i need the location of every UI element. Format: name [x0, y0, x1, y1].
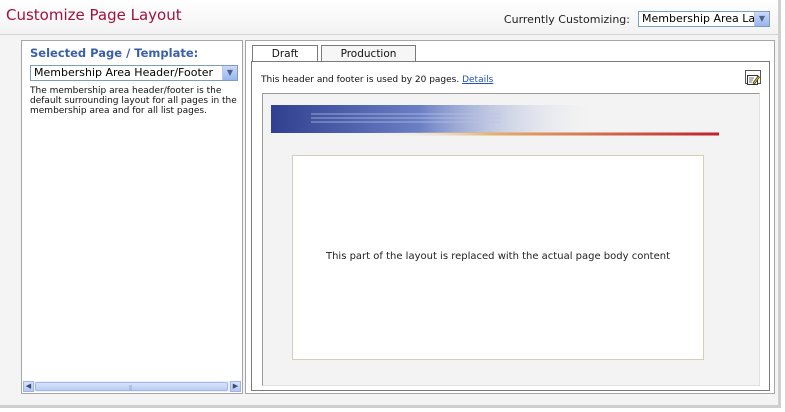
scrollbar-thumb[interactable]: |||	[35, 382, 228, 391]
template-select-value: Membership Area Header/Footer	[34, 66, 214, 79]
tab-draft-version[interactable]: Draft Version	[252, 45, 318, 76]
edit-icon	[747, 75, 760, 85]
page-body-placeholder: This part of the layout is replaced with…	[292, 155, 704, 360]
app-window: Customize Page Layout Currently Customiz…	[0, 0, 781, 408]
template-panel: Selected Page / Template: Membership Are…	[21, 40, 243, 394]
draft-tab-content: This header and footer is used by 20 pag…	[251, 61, 770, 391]
tab-production-version[interactable]: Production Version	[321, 45, 416, 76]
template-description: The membership area header/footer is the…	[30, 86, 237, 116]
header-banner	[271, 105, 719, 136]
customizing-label: Currently Customizing:	[503, 13, 630, 26]
edit-layout-button[interactable]	[745, 70, 761, 85]
usage-message: This header and footer is used by 20 pag…	[261, 75, 460, 85]
placeholder-text: This part of the layout is replaced with…	[325, 251, 671, 262]
arrow-right-icon[interactable]: ▶	[230, 381, 241, 392]
customizing-select-value: Membership Area Layout	[642, 12, 770, 25]
layout-preview: This part of the layout is replaced with…	[262, 93, 760, 386]
horizontal-scrollbar[interactable]: ◀ ||| ▶	[23, 381, 241, 392]
details-link[interactable]: Details	[462, 75, 493, 85]
template-select[interactable]: Membership Area Header/Footer ▼	[30, 65, 238, 81]
layout-editor-panel: Draft Version Production Version This he…	[245, 40, 775, 394]
chevron-down-icon[interactable]: ▼	[222, 66, 237, 80]
template-heading: Selected Page / Template:	[30, 46, 199, 60]
arrow-left-icon[interactable]: ◀	[23, 381, 34, 392]
chevron-down-icon[interactable]: ▼	[754, 12, 769, 26]
customizing-select[interactable]: Membership Area Layout ▼	[638, 11, 770, 27]
page-title: Customize Page Layout	[6, 6, 182, 24]
usage-text: This header and footer is used by 20 pag…	[261, 75, 493, 85]
title-bar: Customize Page Layout Currently Customiz…	[0, 0, 778, 35]
